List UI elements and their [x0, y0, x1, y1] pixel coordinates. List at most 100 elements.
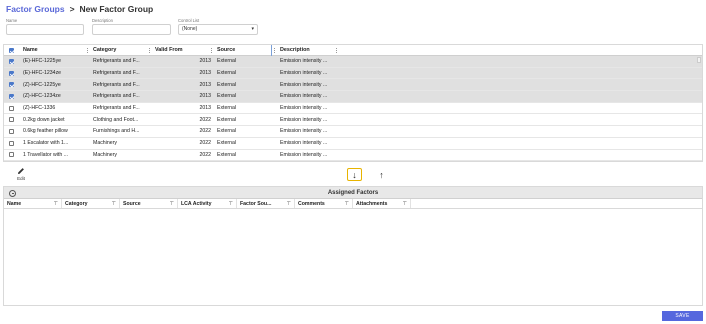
- breadcrumb-separator: >: [69, 4, 75, 14]
- cell-valid-from: 2022: [199, 128, 211, 135]
- row-checkbox[interactable]: [9, 58, 14, 64]
- cell-source: External: [214, 161, 277, 162]
- cell-valid-from: 2013: [199, 58, 211, 65]
- row-checkbox-cell[interactable]: [4, 68, 14, 79]
- column-header-source[interactable]: Source: [214, 45, 277, 55]
- column-menu-icon[interactable]: [211, 48, 212, 53]
- cell-category: Machinery: [93, 140, 117, 147]
- row-checkbox-cell[interactable]: [4, 114, 14, 125]
- cell-valid-from: 2013: [199, 105, 211, 112]
- arrow-up-icon: ↑: [379, 169, 384, 180]
- cell-description: Emission intensity ...: [280, 151, 328, 158]
- table-row[interactable]: 1 4in SaudeClothing and Foot...2022Exter…: [4, 161, 702, 162]
- cell-name: (Z)-HFC-1234ze: [23, 93, 61, 100]
- control-list-field-group: Control List (None) ▾: [178, 18, 258, 35]
- cell-source: External: [217, 105, 237, 112]
- row-checkbox[interactable]: [9, 105, 14, 111]
- row-checkbox[interactable]: [9, 140, 14, 146]
- row-checkbox[interactable]: [9, 70, 14, 76]
- filter-icon[interactable]: ⊤: [54, 201, 58, 207]
- column-header-description[interactable]: Description: [277, 45, 339, 55]
- column-header-valid-from[interactable]: Valid From: [152, 45, 214, 55]
- pencil-icon: [18, 168, 24, 174]
- row-checkbox[interactable]: [9, 128, 14, 134]
- save-button[interactable]: SAVE: [662, 311, 703, 321]
- select-all-checkbox-cell[interactable]: [4, 45, 14, 55]
- cell-source: External: [217, 116, 237, 123]
- move-down-button[interactable]: ↓: [347, 168, 362, 181]
- cell-category: Clothing and Foot...: [90, 161, 152, 162]
- table-row[interactable]: 1 Escalator with 1... Machinery 2022 Extern…: [4, 138, 702, 150]
- select-all-checkbox[interactable]: [9, 47, 14, 53]
- filter-icon[interactable]: ⊤: [170, 201, 174, 207]
- cell-category: Refrigerants and F...: [93, 93, 140, 100]
- filter-icon[interactable]: ⊤: [287, 201, 291, 207]
- column-menu-icon[interactable]: [87, 48, 88, 53]
- table-row[interactable]: (E)-HFC-1234ze Refrigerants and F... 2013 E…: [4, 67, 702, 80]
- column-resize-handle[interactable]: [271, 45, 272, 56]
- assigned-column-name[interactable]: Name ⊤: [4, 199, 62, 208]
- cell-valid-from: 2022: [199, 151, 211, 158]
- description-input[interactable]: [92, 24, 171, 35]
- cell-source: External: [217, 140, 237, 147]
- column-menu-icon[interactable]: [336, 48, 337, 53]
- cell-name: (Z)-HFC-1336: [23, 105, 56, 112]
- table-row[interactable]: (Z)-HFC-1234ze Refrigerants and F... 2013 E…: [4, 91, 702, 103]
- assigned-column-attachments[interactable]: Attachments ⊤: [353, 199, 411, 208]
- column-menu-icon[interactable]: [274, 48, 275, 53]
- cell-valid-from: 2013: [199, 81, 211, 88]
- filter-icon[interactable]: ⊤: [229, 201, 233, 207]
- edit-button[interactable]: Edit: [13, 167, 29, 183]
- row-checkbox-cell[interactable]: [4, 126, 14, 137]
- filter-icon[interactable]: ⊤: [403, 201, 407, 207]
- arrow-down-icon: ↓: [352, 169, 357, 180]
- assigned-column-comments[interactable]: Comments ⊤: [295, 199, 353, 208]
- cell-valid-from: 2013: [199, 93, 211, 100]
- row-checkbox-cell[interactable]: [4, 150, 14, 161]
- assigned-column-source[interactable]: Source ⊤: [120, 199, 178, 208]
- row-checkbox[interactable]: [9, 117, 14, 123]
- table-row[interactable]: 0.6kg feather pillow Furnishings and H...…: [4, 126, 702, 138]
- row-checkbox-cell[interactable]: [4, 161, 14, 162]
- name-input[interactable]: [6, 24, 84, 35]
- table-row[interactable]: 1 Travellator with ... Machinery 2022 Exter…: [4, 150, 702, 161]
- table-row[interactable]: (E)-HFC-1225ye Refrigerants and F... 2013 E…: [4, 56, 702, 68]
- assigned-column-factor-source[interactable]: Factor Sou... ⊤: [237, 199, 295, 208]
- cell-name: 0.2kg down jacket: [23, 116, 65, 123]
- factor-grid: Name Category Valid From Source Descript…: [3, 44, 703, 162]
- row-checkbox[interactable]: [9, 82, 14, 88]
- control-list-value: (None): [182, 26, 198, 32]
- row-checkbox-cell[interactable]: [4, 103, 14, 114]
- edit-label: Edit: [17, 176, 25, 181]
- row-checkbox[interactable]: [9, 93, 14, 99]
- table-row[interactable]: (Z)-HFC-1225ye Refrigerants and F... 2013 E…: [4, 79, 702, 92]
- assigned-factors-panel: Assigned Factors Name ⊤ Category ⊤ Source ⊤…: [3, 186, 703, 306]
- grid-vertical-scrollbar[interactable]: [697, 57, 701, 63]
- cell-source: External: [217, 128, 237, 135]
- collapse-icon[interactable]: [9, 189, 16, 197]
- cell-source: External: [217, 58, 237, 65]
- column-header-category[interactable]: Category: [90, 45, 152, 55]
- table-row[interactable]: 0.2kg down jacket Clothing and Foot... 202…: [4, 114, 702, 127]
- breadcrumb-factor-groups-link[interactable]: Factor Groups: [6, 4, 65, 14]
- cell-name: (E)-HFC-1225ye: [23, 58, 62, 65]
- cell-source: External: [217, 151, 237, 158]
- row-checkbox-cell[interactable]: [4, 91, 14, 102]
- move-up-button[interactable]: ↑: [374, 168, 389, 181]
- assigned-column-category[interactable]: Category ⊤: [62, 199, 120, 208]
- row-checkbox[interactable]: [9, 152, 14, 158]
- page-title: New Factor Group: [79, 4, 154, 14]
- column-header-name[interactable]: Name: [20, 45, 90, 55]
- table-row[interactable]: (Z)-HFC-1336 Refrigerants and F... 2013 Ext…: [4, 103, 702, 115]
- filter-icon[interactable]: ⊤: [345, 201, 349, 207]
- filter-icon[interactable]: ⊤: [112, 201, 116, 207]
- row-checkbox-cell[interactable]: [4, 79, 14, 90]
- assigned-column-lca-activity[interactable]: LCA Activity ⊤: [178, 199, 237, 208]
- column-menu-icon[interactable]: [149, 48, 150, 53]
- assigned-factors-columns: Name ⊤ Category ⊤ Source ⊤ LCA Activity ⊤ Fa…: [4, 199, 702, 209]
- row-checkbox-cell[interactable]: [4, 138, 14, 149]
- cell-description: Emission intensity ...: [280, 105, 328, 112]
- row-checkbox-cell[interactable]: [4, 56, 14, 67]
- cell-valid-from: 2022: [152, 161, 214, 162]
- control-list-select[interactable]: (None) ▾: [178, 24, 258, 35]
